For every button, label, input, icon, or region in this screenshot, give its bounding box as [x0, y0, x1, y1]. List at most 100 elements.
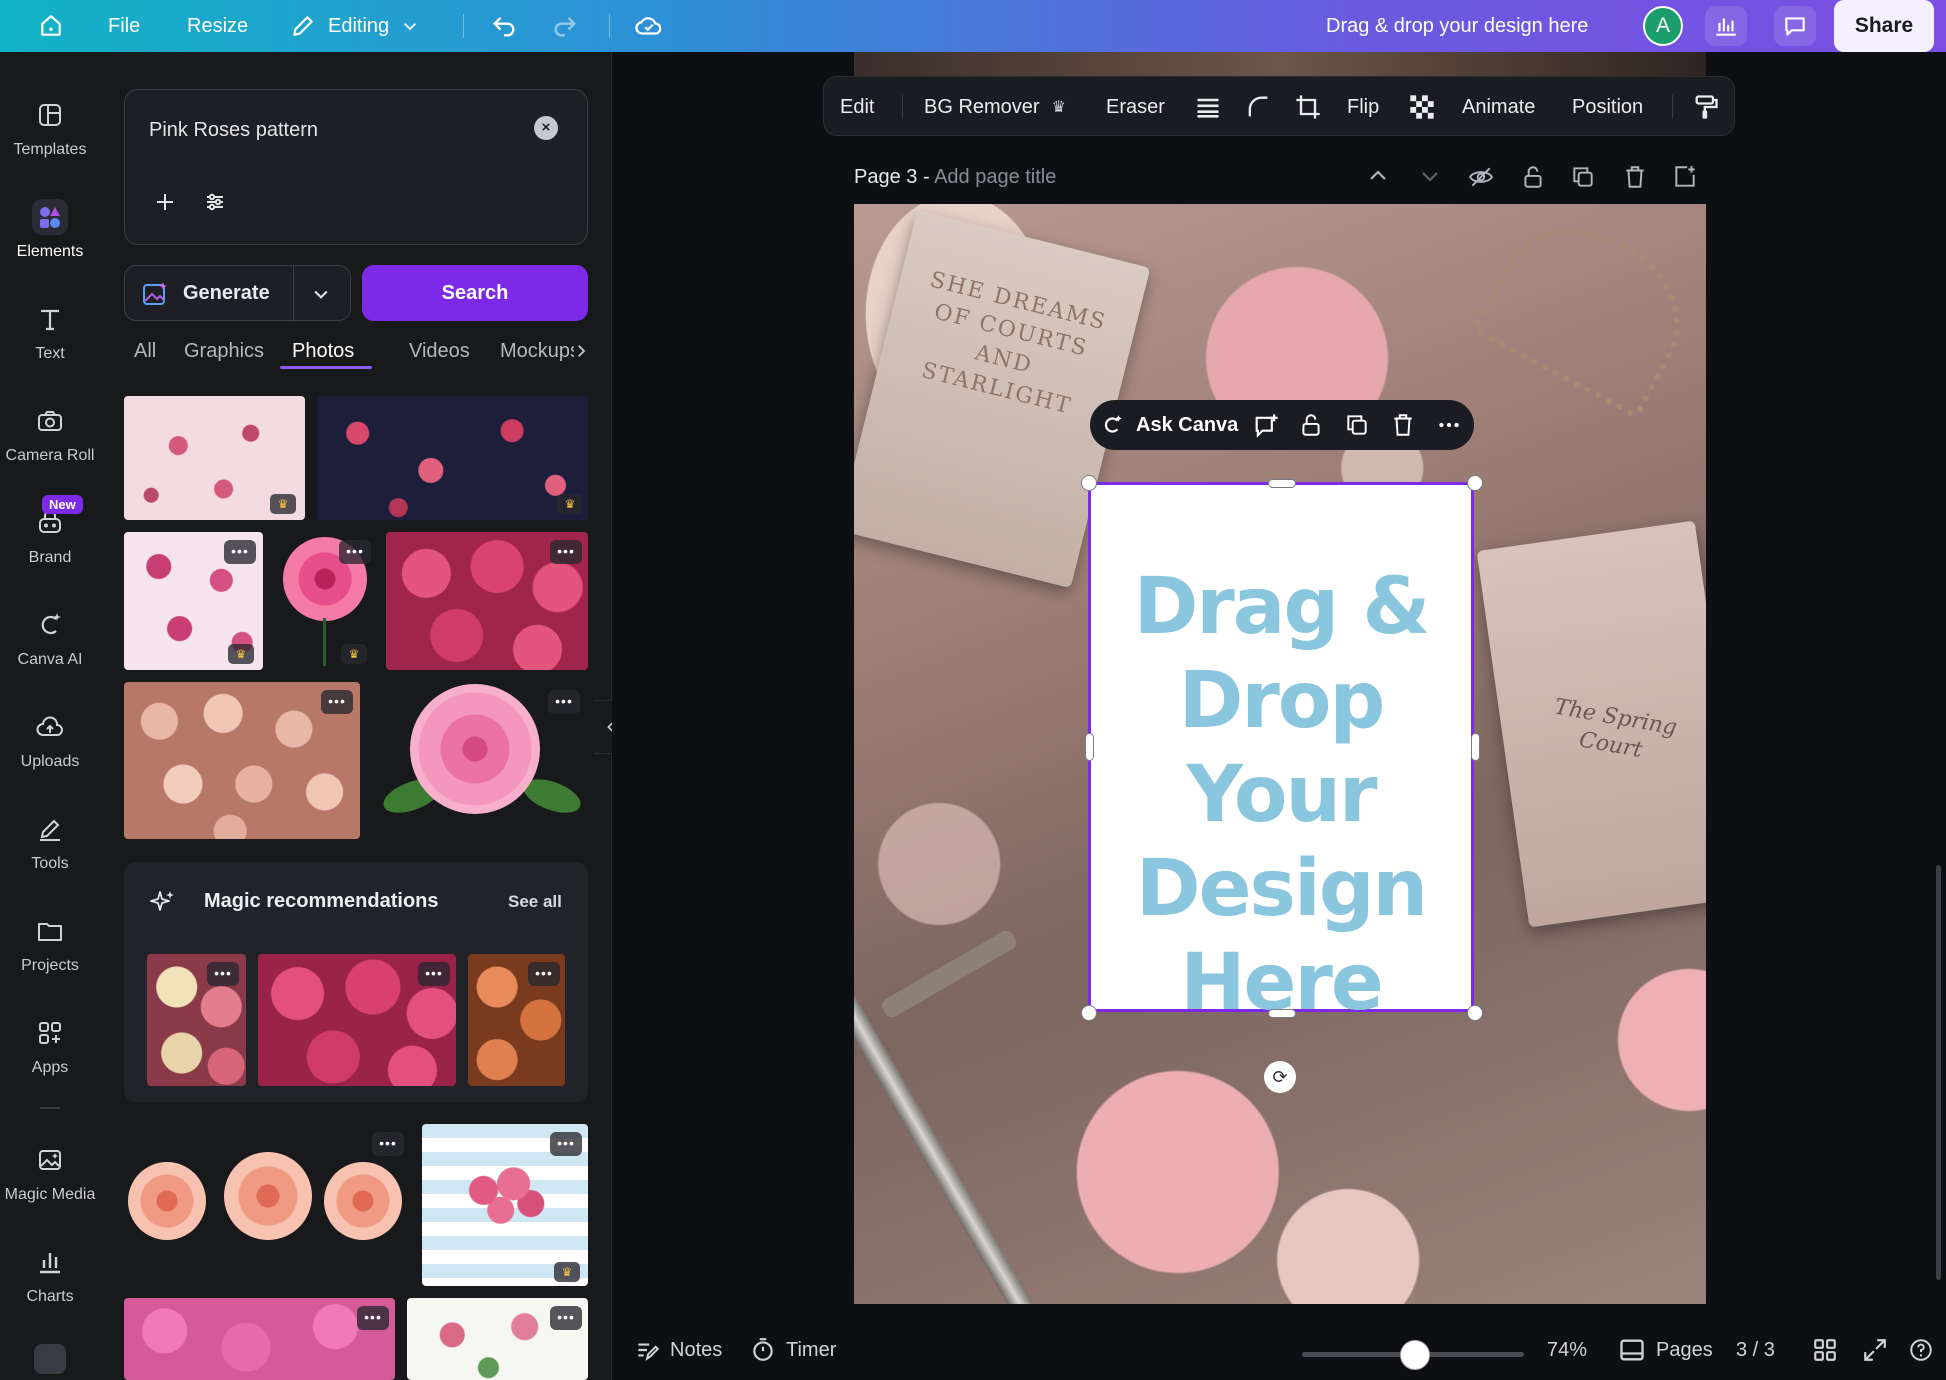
more-options-icon[interactable]	[1436, 412, 1462, 438]
more-apps-icon[interactable]	[34, 1344, 66, 1374]
photo-thumbnail[interactable]: ••• ♛	[422, 1124, 588, 1286]
photo-thumbnail[interactable]: •••	[468, 954, 565, 1086]
transparency-icon[interactable]	[1408, 77, 1436, 137]
line-style-icon[interactable]	[1194, 77, 1222, 137]
resize-handle[interactable]	[1467, 475, 1483, 491]
photo-thumbnail[interactable]: •••	[372, 682, 588, 839]
clear-search-icon[interactable]: ×	[534, 116, 558, 140]
rail-item-tools[interactable]: Tools	[0, 811, 100, 873]
more-options-icon[interactable]: •••	[224, 540, 256, 564]
tab-all[interactable]: All	[134, 332, 156, 370]
ask-canva-button[interactable]: Ask Canva	[1136, 414, 1238, 437]
bg-remover-button[interactable]: BG Remover ♛	[924, 77, 1066, 137]
photo-thumbnail[interactable]: •••	[124, 1298, 395, 1380]
position-button[interactable]: Position	[1572, 77, 1643, 137]
file-menu[interactable]: File	[108, 0, 140, 52]
resize-handle[interactable]	[1081, 1005, 1097, 1021]
page-title-input[interactable]: Add page title	[934, 166, 1056, 188]
crop-icon[interactable]	[1294, 77, 1322, 137]
undo-icon[interactable]	[490, 0, 518, 52]
tab-photos[interactable]: Photos	[292, 332, 354, 370]
rail-item-templates[interactable]: Templates	[0, 97, 100, 159]
rail-item-projects[interactable]: Projects	[0, 913, 100, 975]
lock-icon[interactable]	[1298, 412, 1324, 438]
hide-page-icon[interactable]	[1468, 164, 1494, 190]
vertical-scrollbar[interactable]	[1936, 865, 1941, 1280]
more-options-icon[interactable]: •••	[550, 1132, 582, 1156]
search-input[interactable]: Pink Roses pattern	[149, 119, 318, 142]
rail-item-uploads[interactable]: Uploads	[0, 709, 100, 771]
photo-thumbnail[interactable]: ••• ♛	[124, 532, 263, 670]
rail-item-elements[interactable]: Elements	[0, 199, 100, 261]
edit-button[interactable]: Edit	[840, 77, 874, 137]
search-box[interactable]: Pink Roses pattern ×	[124, 89, 588, 245]
tab-graphics[interactable]: Graphics	[184, 332, 264, 370]
rail-item-text[interactable]: Text	[0, 301, 100, 363]
home-icon[interactable]	[38, 0, 64, 52]
photo-thumbnail[interactable]: ♛	[317, 396, 588, 520]
redo-icon[interactable]	[551, 0, 579, 52]
rail-item-charts[interactable]: Charts	[0, 1244, 100, 1306]
pages-button[interactable]: Pages	[1618, 1320, 1713, 1380]
help-icon[interactable]	[1908, 1320, 1934, 1380]
photo-thumbnail[interactable]: •••	[258, 954, 456, 1086]
photo-thumbnail[interactable]: ♛	[124, 396, 305, 520]
cloud-saved-icon[interactable]	[634, 0, 664, 52]
design-frame[interactable]: Drag & Drop Your Design Here	[1088, 482, 1474, 1028]
more-options-icon[interactable]: •••	[207, 962, 239, 986]
duplicate-page-icon[interactable]	[1570, 164, 1596, 190]
more-options-icon[interactable]: •••	[528, 962, 560, 986]
resize-handle[interactable]	[1471, 733, 1480, 761]
rail-item-brand[interactable]: New Brand	[0, 495, 100, 567]
zoom-level[interactable]: 74%	[1547, 1320, 1587, 1380]
chevron-right-icon[interactable]	[572, 342, 590, 360]
more-options-icon[interactable]: •••	[339, 540, 371, 564]
duplicate-icon[interactable]	[1344, 412, 1370, 438]
tab-videos[interactable]: Videos	[409, 332, 470, 370]
avatar[interactable]: A	[1643, 6, 1683, 46]
more-options-icon[interactable]: •••	[357, 1306, 389, 1330]
eraser-button[interactable]: Eraser	[1106, 77, 1165, 137]
frame-placeholder-text[interactable]: Drag & Drop Your Design Here	[1091, 560, 1471, 1030]
resize-handle[interactable]	[1268, 1009, 1296, 1018]
photo-thumbnail[interactable]: •••	[124, 1124, 410, 1274]
corner-rounding-icon[interactable]	[1244, 77, 1272, 137]
photo-thumbnail[interactable]: •••	[147, 954, 246, 1086]
timer-button[interactable]: Timer	[750, 1320, 836, 1380]
grid-view-icon[interactable]	[1812, 1320, 1838, 1380]
resize-handle[interactable]	[1081, 475, 1097, 491]
resize-button[interactable]: Resize	[187, 0, 248, 52]
rail-item-camera-roll[interactable]: Camera Roll	[0, 403, 100, 465]
flip-button[interactable]: Flip	[1347, 77, 1379, 137]
fullscreen-icon[interactable]	[1862, 1320, 1888, 1380]
more-options-icon[interactable]: •••	[550, 540, 582, 564]
comment-icon[interactable]	[1774, 6, 1816, 46]
photo-thumbnail[interactable]: •••	[386, 532, 588, 670]
tab-mockups[interactable]: Mockups	[500, 332, 574, 370]
add-comment-icon[interactable]	[1252, 412, 1280, 440]
rail-item-magic-media[interactable]: Magic Media	[0, 1142, 100, 1204]
chevron-up-icon[interactable]	[1366, 164, 1390, 188]
lock-icon[interactable]	[1520, 164, 1546, 190]
more-options-icon[interactable]: •••	[372, 1132, 404, 1156]
resize-handle[interactable]	[1085, 733, 1094, 761]
more-options-icon[interactable]: •••	[548, 690, 580, 714]
rail-item-canva-ai[interactable]: Canva AI	[0, 607, 100, 669]
plus-icon[interactable]	[153, 190, 177, 214]
rotate-icon[interactable]: ⟳	[1264, 1061, 1296, 1093]
resize-handle[interactable]	[1268, 479, 1296, 488]
filter-icon[interactable]	[203, 190, 227, 214]
insights-icon[interactable]	[1705, 6, 1747, 46]
photo-thumbnail[interactable]: •••	[124, 682, 360, 839]
zoom-slider-handle[interactable]	[1400, 1340, 1430, 1370]
rail-item-apps[interactable]: Apps	[0, 1015, 100, 1077]
photo-thumbnail[interactable]: •••	[407, 1298, 588, 1380]
paint-roller-icon[interactable]	[1692, 77, 1720, 137]
more-options-icon[interactable]: •••	[321, 690, 353, 714]
more-options-icon[interactable]: •••	[550, 1306, 582, 1330]
notes-button[interactable]: Notes	[634, 1320, 722, 1380]
chevron-down-icon[interactable]	[1418, 164, 1442, 188]
generate-button[interactable]: Generate	[124, 265, 351, 322]
delete-page-icon[interactable]	[1622, 164, 1648, 190]
animate-button[interactable]: Animate	[1462, 77, 1535, 137]
